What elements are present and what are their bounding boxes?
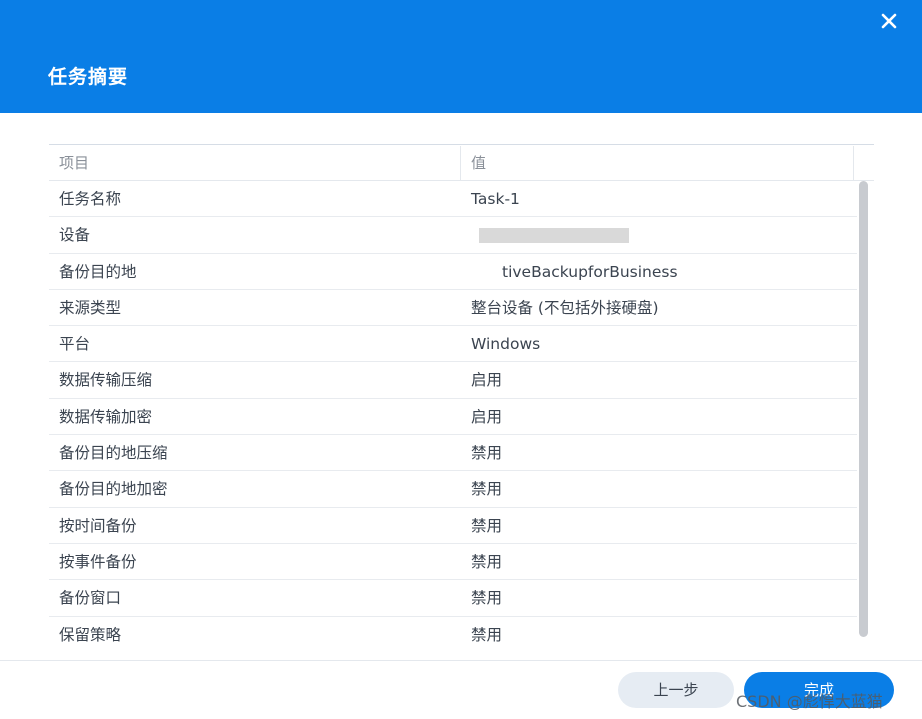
row-value: 禁用 [471, 480, 503, 499]
table-row: 来源类型 整台设备 (不包括外接硬盘) [49, 290, 857, 327]
row-key: 备份窗口 [59, 589, 122, 608]
back-button[interactable]: 上一步 [618, 672, 734, 708]
row-value: 禁用 [471, 589, 503, 608]
dialog-title: 任务摘要 [48, 66, 129, 88]
close-button[interactable] [876, 8, 902, 34]
row-key: 数据传输加密 [59, 407, 153, 426]
row-value: 整台设备 (不包括外接硬盘) [471, 298, 659, 317]
redacted-value [479, 228, 629, 244]
row-value: tiveBackupforBusiness [502, 262, 678, 281]
watermark: CSDN @彪悍大蓝猫 [736, 692, 883, 711]
row-key: 来源类型 [59, 298, 122, 317]
close-icon [881, 13, 897, 29]
table-row: 备份目的地 tiveBackupforBusiness [49, 254, 857, 290]
row-value: Windows [471, 335, 541, 354]
row-value: 启用 [471, 407, 503, 426]
table-scrollbar[interactable] [859, 181, 868, 637]
row-value: 禁用 [471, 552, 503, 571]
row-value: 启用 [471, 371, 503, 390]
row-key: 平台 [59, 335, 91, 354]
table-row: 按事件备份 禁用 [49, 544, 857, 581]
table-row: 数据传输加密 启用 [49, 399, 857, 436]
table-row: 备份窗口 禁用 [49, 580, 857, 617]
row-key: 备份目的地压缩 [59, 444, 168, 463]
column-divider [460, 146, 461, 180]
table-row: 按时间备份 禁用 [49, 508, 857, 544]
row-key: 任务名称 [59, 190, 122, 208]
row-key: 按时间备份 [59, 516, 137, 535]
table-row: 保留策略 禁用 [49, 617, 857, 652]
table-body: 任务名称 Task-1 设备 备份目的地 tiveBackupforBusine… [49, 181, 857, 652]
row-value: 禁用 [471, 625, 503, 644]
column-header-item[interactable]: 项目 [59, 145, 89, 181]
table-row: 数据传输压缩 启用 [49, 362, 857, 399]
column-divider [853, 146, 854, 180]
summary-table: 项目 值 任务名称 Task-1 设备 备份目的地 tiveBackupforB… [49, 144, 874, 652]
row-key: 数据传输压缩 [59, 371, 153, 390]
row-key: 按事件备份 [59, 552, 137, 571]
table-row: 设备 [49, 217, 857, 254]
footer-divider [0, 660, 922, 661]
table-row: 任务名称 Task-1 [49, 181, 857, 218]
table-row: 平台 Windows [49, 326, 857, 363]
column-header-value[interactable]: 值 [471, 145, 486, 181]
table-row: 备份目的地加密 禁用 [49, 471, 857, 508]
row-value: 禁用 [471, 444, 503, 463]
table-header: 项目 值 [49, 144, 874, 181]
row-value: Task-1 [471, 190, 520, 208]
row-value: 禁用 [471, 516, 503, 535]
row-key: 保留策略 [59, 625, 122, 644]
row-key: 备份目的地 [59, 262, 137, 281]
table-row: 备份目的地压缩 禁用 [49, 435, 857, 472]
row-key: 设备 [59, 226, 91, 245]
dialog-header: 任务摘要 [0, 0, 922, 113]
row-key: 备份目的地加密 [59, 480, 168, 499]
